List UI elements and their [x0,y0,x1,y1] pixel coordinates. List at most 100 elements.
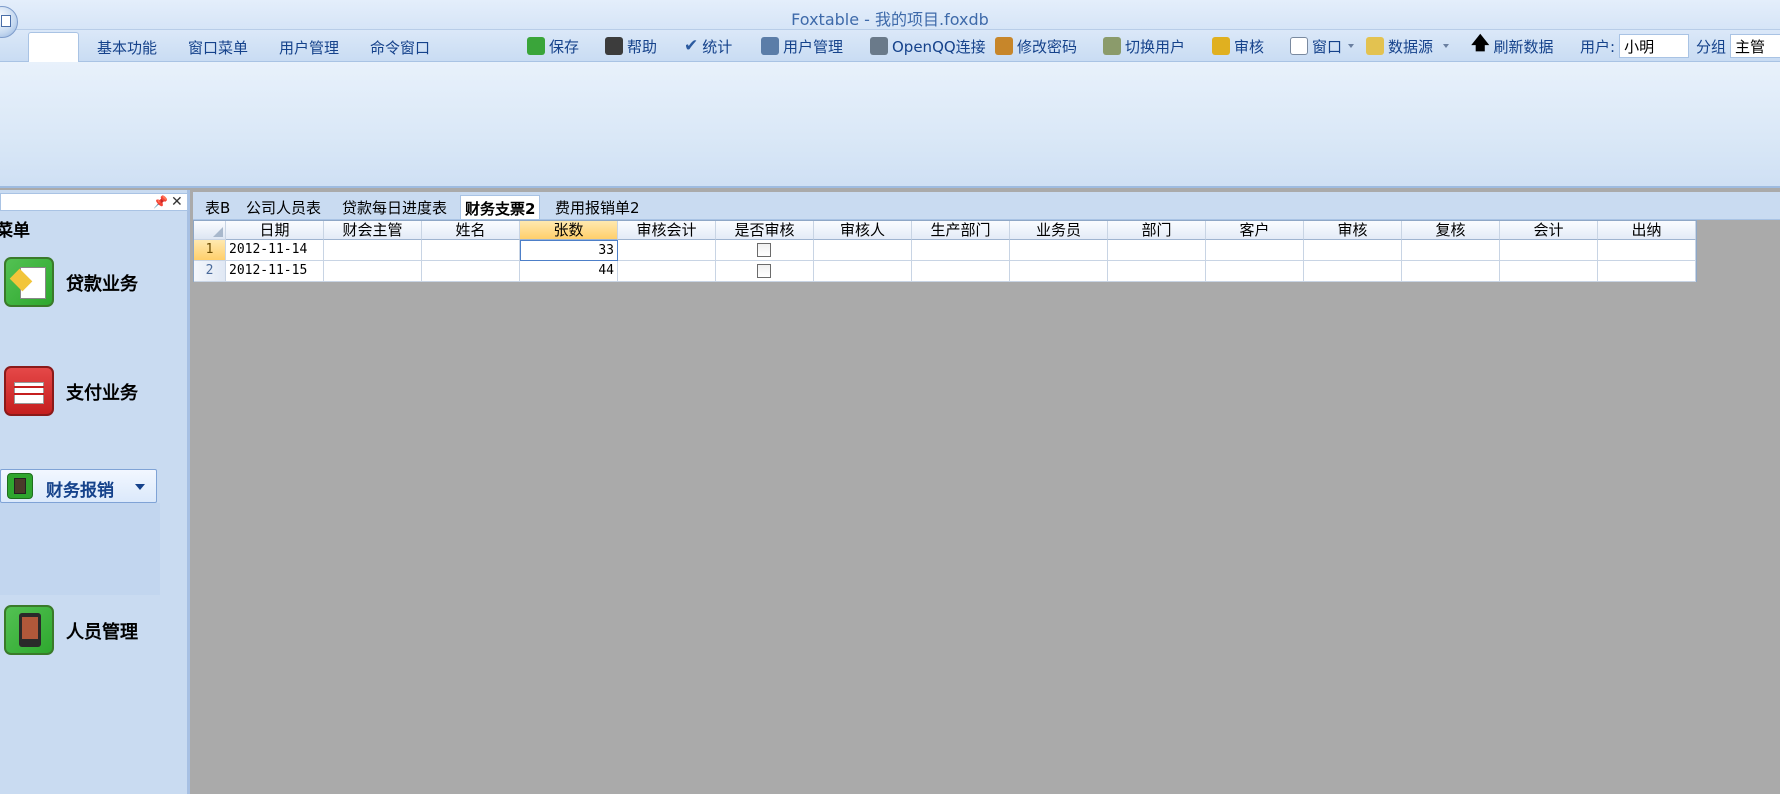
users-icon [761,37,779,55]
cell[interactable] [1598,261,1696,282]
column-header[interactable]: 财会主管 [324,221,422,240]
tab-basic-functions[interactable]: 基本功能 [97,37,157,58]
column-header[interactable]: 出纳 [1598,221,1696,240]
cell[interactable] [1500,240,1598,261]
chevron-down-icon [1348,44,1355,48]
tab-table-b[interactable]: 表B [201,195,234,219]
cell[interactable] [1500,261,1598,282]
cell-audited [716,240,814,261]
cell[interactable] [618,240,716,261]
cell[interactable] [1304,240,1402,261]
tab-window-menu[interactable]: 窗口菜单 [188,37,248,58]
cell[interactable] [422,240,520,261]
column-header[interactable]: 会计 [1500,221,1598,240]
nav-panel-header: 📌 ✕ [0,193,188,211]
audited-checkbox[interactable] [757,243,771,257]
nav-panel: 📌 ✕ 菜单 贷款业务 支付业务 财务报销 人员管理 [0,190,190,794]
column-header[interactable]: 业务员 [1010,221,1108,240]
nav-item-personnel[interactable]: 人员管理 [2,605,162,659]
save-button[interactable]: 保存 [527,35,579,57]
cell[interactable] [912,261,1010,282]
cell[interactable] [1010,261,1108,282]
nav-item-loan[interactable]: 贷款业务 [2,257,162,311]
switch-user-button[interactable]: 切换用户 [1103,35,1185,57]
cell[interactable] [814,240,912,261]
cell[interactable] [814,261,912,282]
select-all-corner[interactable] [194,221,226,240]
cell[interactable] [1598,240,1696,261]
chevron-down-icon [1443,44,1450,48]
column-header[interactable]: 客户 [1206,221,1304,240]
cell[interactable] [1206,261,1304,282]
change-password-button[interactable]: 修改密码 [995,35,1077,57]
window-dropdown-button[interactable]: 窗口 [1290,35,1355,57]
column-header[interactable]: 日期 [226,221,324,240]
calculator-icon [7,473,33,499]
cell-audited [716,261,814,282]
user-manage-button[interactable]: 用户管理 [761,35,843,57]
cell[interactable] [1206,240,1304,261]
openqq-button[interactable]: OpenQQ连接 [870,35,986,57]
close-icon[interactable]: ✕ [171,194,183,210]
document-tabs: 表B 公司人员表 贷款每日进度表 财务支票2 费用报销单2 [193,192,1780,220]
cell-date[interactable]: 2012-11-15 [226,261,324,282]
nav-item-payment[interactable]: 支付业务 [2,366,162,420]
cell[interactable] [1402,261,1500,282]
cell[interactable] [1108,261,1206,282]
tab-loan-progress[interactable]: 贷款每日进度表 [338,195,451,219]
column-header[interactable]: 审核人 [814,221,912,240]
ribbon-body [0,62,1780,188]
stats-button[interactable]: ✔ 统计 [684,35,732,57]
pin-icon[interactable]: 📌 [153,195,168,209]
column-header[interactable]: 姓名 [422,221,520,240]
tab-finance-cheque[interactable]: 财务支票2 [460,195,541,219]
cell[interactable] [1402,240,1500,261]
refresh-data-button[interactable]: 🡅 刷新数据 [1471,33,1554,57]
calendar-icon [4,366,54,416]
group-input[interactable] [1730,34,1780,58]
cell-count-current[interactable]: 33 [520,240,618,261]
data-grid: 日期 财会主管 姓名 张数 审核会计 是否审核 审核人 生产部门 业务员 部门 … [193,220,1697,282]
nav-item-expense[interactable]: 财务报销 [0,469,157,503]
tab-command-window[interactable]: 命令窗口 [370,37,430,58]
cell[interactable] [912,240,1010,261]
tab-company-staff[interactable]: 公司人员表 [242,195,325,219]
tablet-icon [4,605,54,655]
app-icon [1,15,11,27]
cell[interactable] [324,261,422,282]
cell[interactable] [1304,261,1402,282]
cell[interactable] [422,261,520,282]
cell-count[interactable]: 44 [520,261,618,282]
datasource-dropdown-button[interactable]: 数据源 [1366,35,1450,57]
column-header-selected[interactable]: 张数 [520,221,618,240]
cell[interactable] [618,261,716,282]
audit-button[interactable]: 审核 [1212,35,1264,57]
column-header[interactable]: 生产部门 [912,221,1010,240]
row-header[interactable]: 1 [194,240,226,261]
window-grid-icon [1290,37,1308,55]
cell[interactable] [1010,240,1108,261]
audited-checkbox[interactable] [757,264,771,278]
cell[interactable] [324,240,422,261]
column-header[interactable]: 复核 [1402,221,1500,240]
arrow-up-icon: 🡅 [1471,33,1490,54]
user-selector: 用户: [1580,34,1690,58]
people-icon [995,37,1013,55]
nav-subpanel [0,503,160,595]
column-header[interactable]: 部门 [1108,221,1206,240]
column-header[interactable]: 是否审核 [716,221,814,240]
tab-expense-report[interactable]: 费用报销单2 [551,195,644,219]
chevron-down-icon[interactable] [135,484,145,490]
help-button[interactable]: 帮助 [605,35,657,57]
row-header[interactable]: 2 [194,261,226,282]
column-header[interactable]: 审核会计 [618,221,716,240]
database-icon [1366,37,1384,55]
user-input[interactable] [1619,34,1690,58]
group-selector: 分组 [1696,34,1780,58]
cell[interactable] [1108,240,1206,261]
tab-user-management[interactable]: 用户管理 [279,37,339,58]
network-icon [870,37,888,55]
tab-home[interactable] [28,32,79,62]
column-header[interactable]: 审核 [1304,221,1402,240]
cell-date[interactable]: 2012-11-14 [226,240,324,261]
